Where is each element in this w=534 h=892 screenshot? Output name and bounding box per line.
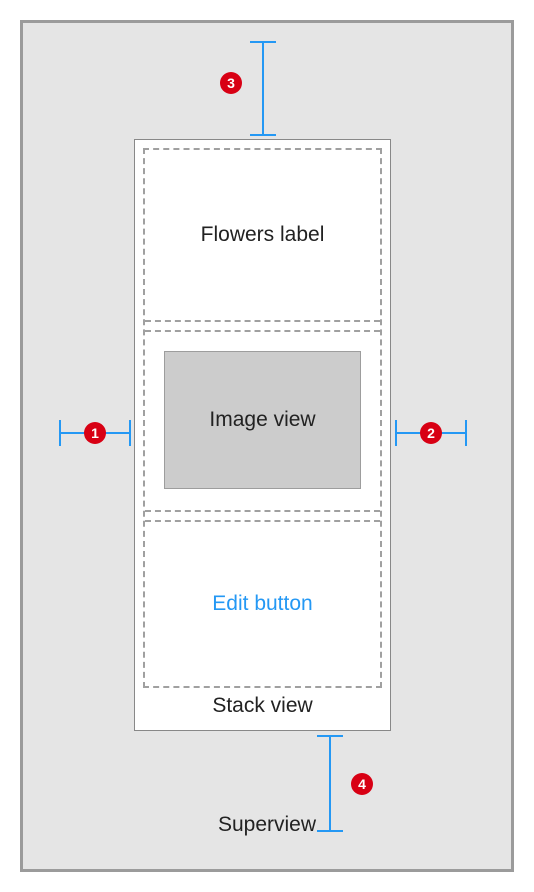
constraint-leading-badge: 1 <box>84 422 106 444</box>
constraint-bottom-endcap-a <box>317 735 343 737</box>
image-view-text: Image view <box>209 408 315 432</box>
constraint-leading-endcap-a <box>59 420 61 446</box>
stack-divider-1 <box>145 320 380 322</box>
constraint-top-badge: 3 <box>220 72 242 94</box>
constraint-trailing-endcap-b <box>465 420 467 446</box>
constraint-bottom-badge: 4 <box>351 773 373 795</box>
edit-button-cell: Edit button <box>145 522 380 686</box>
superview-area: 3 1 2 Flowers label Image view <box>20 20 514 872</box>
flowers-label-cell: Flowers label <box>145 150 380 320</box>
constraint-leading-endcap-b <box>129 420 131 446</box>
stack-view: Flowers label Image view Edit button Sta… <box>134 139 391 731</box>
constraint-top-bar <box>262 41 264 136</box>
image-view: Image view <box>164 351 361 489</box>
constraint-trailing-badge: 2 <box>420 422 442 444</box>
constraint-trailing: 2 <box>395 420 467 446</box>
stack-divider-2 <box>145 510 380 512</box>
constraint-top-endcap-b <box>250 134 276 136</box>
edit-button-text: Edit button <box>212 592 312 616</box>
image-view-cell: Image view <box>145 332 380 508</box>
superview-label: Superview <box>23 813 511 837</box>
stack-view-label: Stack view <box>135 694 390 718</box>
flowers-label-text: Flowers label <box>201 223 325 247</box>
constraint-leading: 1 <box>59 420 131 446</box>
constraint-top-endcap-a <box>250 41 276 43</box>
stack-arranged-region: Flowers label Image view Edit button <box>143 148 382 688</box>
constraint-top: 3 <box>250 41 276 136</box>
constraint-trailing-endcap-a <box>395 420 397 446</box>
